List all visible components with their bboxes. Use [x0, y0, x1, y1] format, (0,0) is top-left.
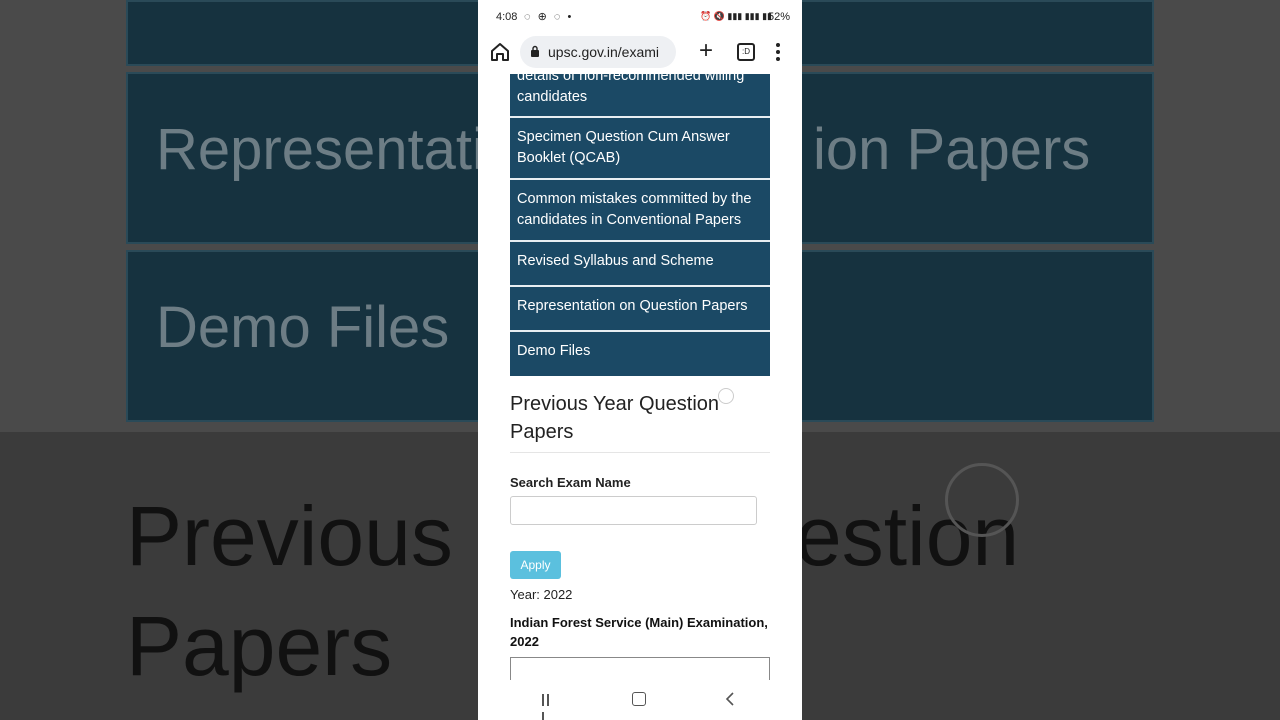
browser-toolbar: upsc.gov.in/exami + :D — [478, 34, 802, 75]
signal-icons: ⏰ 🔇 ▮▮▮ ▮▮▮ ▮▮ — [699, 11, 772, 21]
loading-spinner-icon — [718, 388, 734, 404]
nav-item-revised-syllabus[interactable]: Revised Syllabus and Scheme — [510, 242, 770, 287]
phone-screen: 4:08 ◌ ⊕ ◌ • ⏰ 🔇 ▮▮▮ ▮▮▮ ▮▮ 52% upsc.gov… — [478, 0, 802, 720]
nav-item-label: Booklet (QCAB) — [517, 150, 621, 166]
notification-icons: ◌ ⊕ ◌ • — [524, 11, 574, 23]
exam-title-line: Indian Forest Service (Main) Examination… — [510, 615, 768, 630]
nav-item-label: candidates in Conventional Papers — [517, 212, 742, 228]
more-menu-icon[interactable] — [774, 41, 782, 63]
back-icon[interactable] — [724, 691, 736, 707]
nav-item-label: Revised Syllabus and Scheme — [517, 253, 714, 269]
background-heading-line2: Papers — [126, 599, 393, 693]
home-nav-icon[interactable] — [632, 692, 646, 706]
nav-item-qcab[interactable]: Specimen Question Cum Answer Booklet (QC… — [510, 118, 770, 180]
background-loading-ring — [945, 463, 1019, 537]
apply-button[interactable]: Apply — [510, 551, 561, 579]
nav-item-label: details of non-recommended willing — [517, 74, 745, 84]
document-list-box — [510, 657, 770, 680]
background-panel-text: Demo Files — [156, 295, 450, 360]
lock-icon — [531, 45, 539, 57]
search-label: Search Exam Name — [510, 475, 631, 490]
android-nav-bar — [478, 680, 802, 720]
exam-title: Indian Forest Service (Main) Examination… — [510, 613, 772, 651]
nav-item-representation[interactable]: Representation on Question Papers — [510, 287, 770, 332]
search-exam-input[interactable] — [510, 496, 757, 525]
background-panel-text: Representati — [156, 117, 485, 182]
nav-item-label: Demo Files — [517, 343, 591, 359]
exam-title-line: 2022 — [510, 634, 539, 649]
divider — [510, 452, 770, 453]
home-icon[interactable] — [489, 41, 511, 63]
status-bar: 4:08 ◌ ⊕ ◌ • ⏰ 🔇 ▮▮▮ ▮▮▮ ▮▮ 52% — [478, 0, 802, 34]
address-bar[interactable]: upsc.gov.in/exami — [520, 36, 676, 68]
section-heading-line: Papers — [510, 421, 574, 443]
page-content: details of non-recommended willing candi… — [478, 74, 802, 680]
new-tab-button[interactable]: + — [695, 39, 717, 63]
nav-item-demo-files[interactable]: Demo Files — [510, 332, 770, 376]
status-time: 4:08 — [496, 11, 518, 23]
url-text: upsc.gov.in/exami — [548, 44, 660, 60]
nav-item-label: candidates — [517, 89, 588, 105]
nav-item-label: Common mistakes committed by the — [517, 191, 752, 207]
recent-apps-icon[interactable] — [542, 693, 556, 720]
background-panel-text-right: ion Papers — [813, 117, 1091, 182]
battery-indicator: 52% — [767, 11, 790, 23]
nav-item-label: Representation on Question Papers — [517, 298, 748, 314]
nav-item-label: Specimen Question Cum Answer — [517, 129, 730, 145]
tab-switcher-button[interactable]: :D — [737, 43, 755, 61]
nav-item-common-mistakes[interactable]: Common mistakes committed by the candida… — [510, 180, 770, 242]
year-label: Year: 2022 — [510, 587, 573, 602]
nav-item-non-recommended[interactable]: details of non-recommended willing candi… — [510, 74, 770, 118]
background-heading: Previous — [126, 489, 453, 583]
